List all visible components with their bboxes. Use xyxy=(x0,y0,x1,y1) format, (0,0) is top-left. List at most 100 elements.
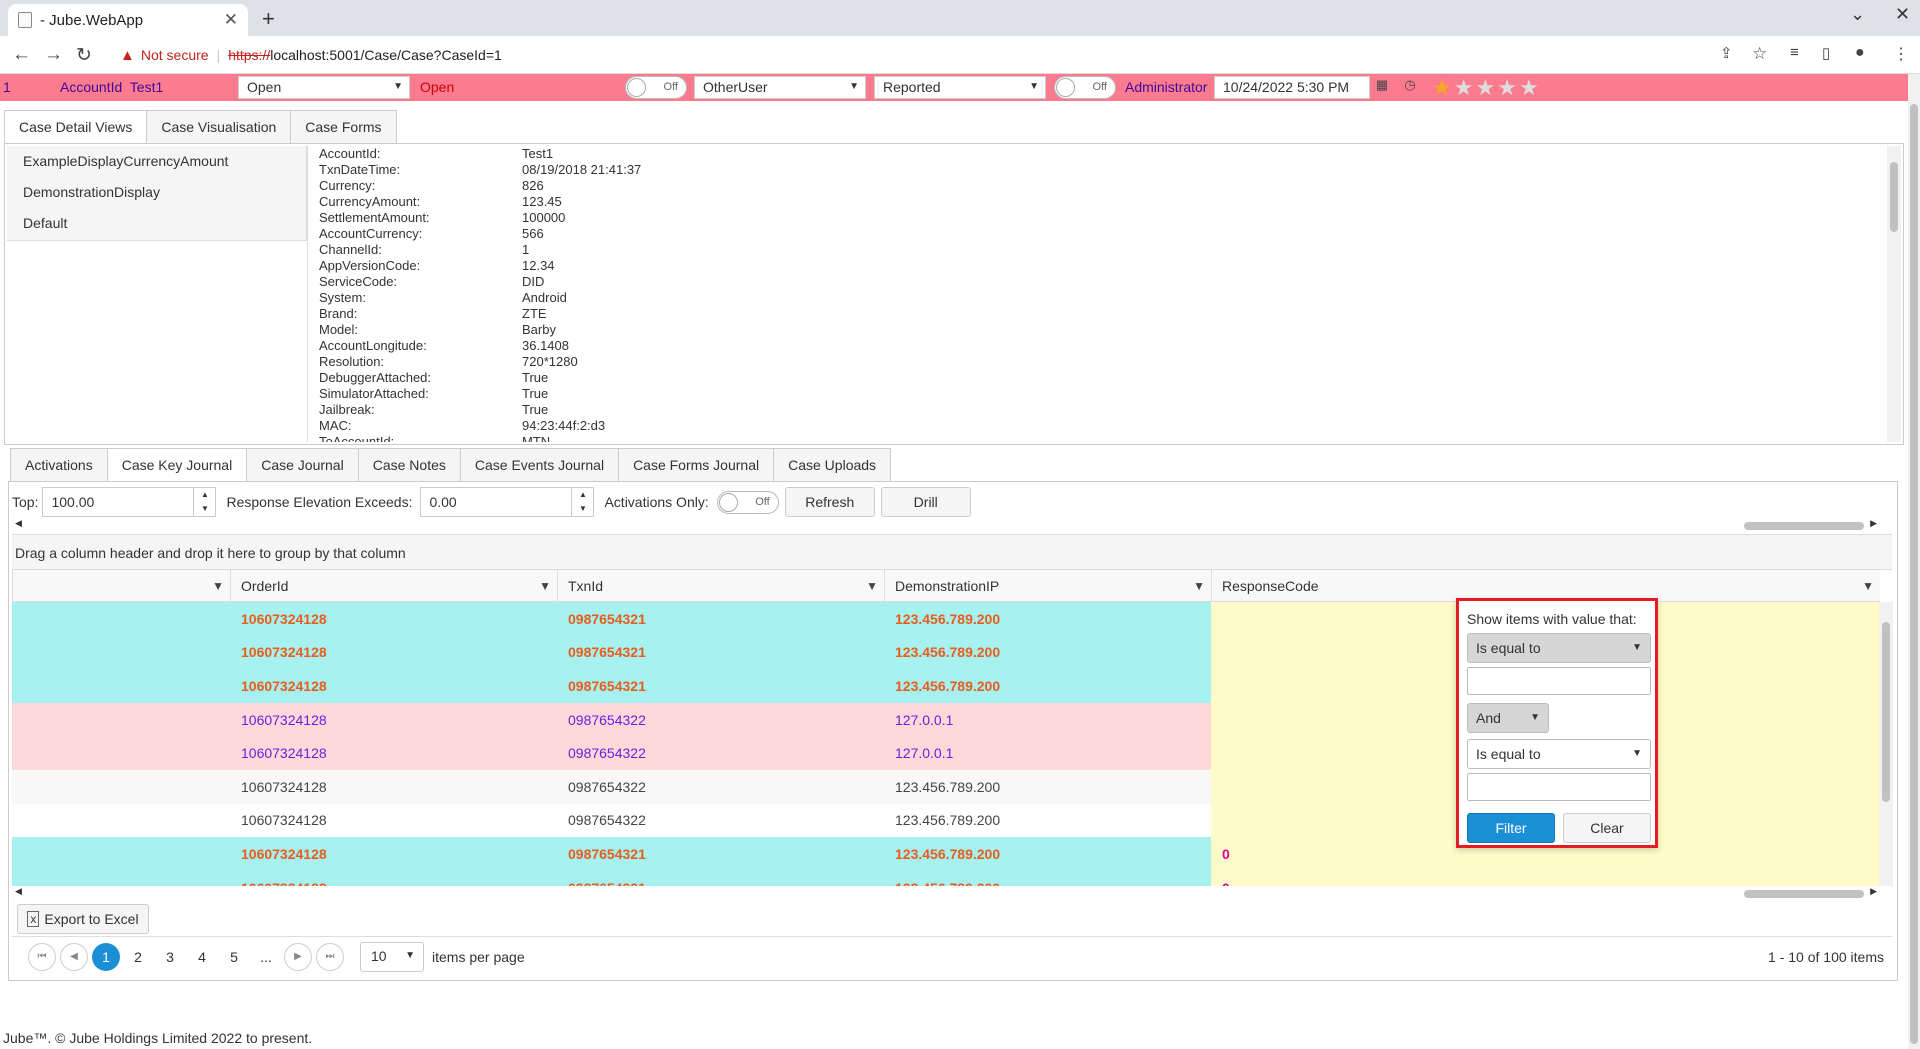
table-row[interactable]: 106073241280987654321123.456.789.2000 xyxy=(12,870,1880,886)
filter-operator-1[interactable]: Is equal to ▼ xyxy=(1467,633,1651,663)
detail-value: 08/19/2018 21:41:37 xyxy=(522,162,642,177)
tab-case-key-journal[interactable]: Case Key Journal xyxy=(106,448,248,482)
chevron-down-icon: ▼ xyxy=(1632,748,1642,759)
page-number[interactable]: 3 xyxy=(156,943,184,971)
table-cell: 0987654321 xyxy=(568,610,646,627)
grid-vertical-scrollbar[interactable] xyxy=(1879,602,1893,886)
page-number[interactable]: ... xyxy=(252,943,280,971)
filter-icon[interactable]: ▼ xyxy=(1193,570,1205,602)
filter-value-1-input[interactable] xyxy=(1467,667,1651,695)
tab-case-uploads[interactable]: Case Uploads xyxy=(773,448,892,482)
spinner-icon[interactable]: ▲ ▼ xyxy=(193,488,215,516)
next-page-icon[interactable]: ▶ xyxy=(284,942,312,971)
window-close-icon[interactable]: ✕ xyxy=(1895,4,1910,25)
page-size-select[interactable]: 10 ▼ xyxy=(360,941,424,972)
clear-button[interactable]: Clear xyxy=(1563,813,1651,843)
prev-page-icon[interactable]: ◀ xyxy=(60,942,88,971)
filter-value-2-input[interactable] xyxy=(1467,773,1651,801)
browser-tab[interactable]: - Jube.WebApp ✕ xyxy=(8,4,248,36)
view-item[interactable]: DemonstrationDisplay xyxy=(7,177,306,208)
rating-star-icon[interactable]: ★ xyxy=(1454,75,1476,100)
table-cell: 123.456.789.200 xyxy=(884,871,1211,886)
calendar-icon[interactable]: ▦ xyxy=(1372,77,1392,97)
scroll-thumb[interactable] xyxy=(1882,622,1890,802)
detail-value: DID xyxy=(522,274,545,289)
splitter[interactable] xyxy=(307,146,308,442)
page-number[interactable]: 4 xyxy=(188,943,216,971)
top-input[interactable]: 100.00 ▲ ▼ xyxy=(42,487,217,517)
export-excel-button[interactable]: x Export to Excel xyxy=(17,904,149,934)
elevation-input[interactable]: 0.00 ▲ ▼ xyxy=(420,487,595,517)
diary-toggle[interactable]: Off xyxy=(1054,76,1116,99)
share-icon[interactable]: ⇪ xyxy=(1720,44,1733,62)
bookmark-star-icon[interactable]: ☆ xyxy=(1752,44,1767,64)
page-number[interactable]: 5 xyxy=(220,943,248,971)
tab-case-journal[interactable]: Case Journal xyxy=(246,448,359,482)
page-number[interactable]: 1 xyxy=(92,942,120,971)
forward-icon[interactable]: → xyxy=(44,44,63,66)
rating-star-icon[interactable]: ★ xyxy=(1475,75,1497,100)
drill-button[interactable]: Drill xyxy=(880,487,971,517)
close-tab-icon[interactable]: ✕ xyxy=(224,10,238,30)
menu-dots-icon[interactable]: ⋮ xyxy=(1893,44,1909,64)
filter-icon[interactable]: ▼ xyxy=(1862,570,1874,602)
filter-button[interactable]: Filter xyxy=(1467,813,1555,843)
lock-toggle[interactable]: Off xyxy=(625,76,687,99)
column-header[interactable]: OrderId ▼ xyxy=(230,570,557,602)
tab-case-forms[interactable]: Case Forms xyxy=(290,110,397,144)
profile-icon[interactable]: ● xyxy=(1855,44,1865,62)
scroll-left-icon[interactable]: ◀ xyxy=(15,518,22,529)
back-icon[interactable]: ← xyxy=(12,44,31,66)
chevron-down-icon[interactable]: ⌄ xyxy=(1850,4,1865,25)
top-horizontal-scrollbar[interactable]: ◀ ▶ xyxy=(12,518,1880,532)
diary-datetime-input[interactable]: 10/24/2022 5:30 PM xyxy=(1214,76,1370,99)
filter-operator-2[interactable]: Is equal to ▼ xyxy=(1467,739,1651,769)
scroll-thumb[interactable] xyxy=(1910,104,1918,1044)
state-select[interactable]: Reported ▼ xyxy=(874,76,1046,99)
spinner-icon[interactable]: ▲ ▼ xyxy=(571,488,593,516)
tab-activations[interactable]: Activations xyxy=(10,448,108,482)
view-item[interactable]: Default xyxy=(7,208,306,239)
scroll-right-icon[interactable]: ▶ xyxy=(1870,518,1877,529)
first-page-icon[interactable]: ⏮ xyxy=(28,942,56,971)
page-number[interactable]: 2 xyxy=(124,943,152,971)
url-field[interactable]: ▲ Not secure | https:// localhost:5001/C… xyxy=(112,40,1712,70)
group-by-area[interactable]: Drag a column header and drop it here to… xyxy=(12,534,1892,570)
case-status-value: Open xyxy=(247,79,282,95)
tab-case-visualisation[interactable]: Case Visualisation xyxy=(146,110,292,144)
detail-scrollbar[interactable] xyxy=(1887,146,1901,442)
scroll-thumb[interactable] xyxy=(1890,162,1898,232)
tab-case-detail-views[interactable]: Case Detail Views xyxy=(4,110,148,144)
rating-star-icon[interactable]: ★ xyxy=(1497,75,1519,100)
case-status-select[interactable]: Open ▼ xyxy=(238,76,410,99)
clock-icon[interactable]: ◷ xyxy=(1400,77,1420,97)
page-scrollbar[interactable] xyxy=(1908,74,1920,1049)
scroll-left-icon[interactable]: ◀ xyxy=(15,886,22,897)
grid-horizontal-scrollbar[interactable]: ◀ ▶ xyxy=(12,886,1880,900)
new-tab-icon[interactable]: + xyxy=(262,6,275,32)
rating-stars[interactable]: ★★★★★ xyxy=(1432,75,1541,101)
column-header[interactable]: TxnId ▼ xyxy=(557,570,884,602)
activations-only-toggle[interactable]: Off xyxy=(716,490,779,514)
reload-icon[interactable]: ↻ xyxy=(76,44,92,67)
side-panel-icon[interactable]: ▯ xyxy=(1822,44,1830,62)
filter-logic-select[interactable]: And ▼ xyxy=(1467,703,1549,733)
column-header[interactable]: DemonstrationIP ▼ xyxy=(884,570,1211,602)
tab-case-notes[interactable]: Case Notes xyxy=(357,448,461,482)
scroll-right-icon[interactable]: ▶ xyxy=(1870,886,1877,897)
user-select[interactable]: OtherUser ▼ xyxy=(694,76,866,99)
rating-star-icon[interactable]: ★ xyxy=(1432,75,1454,100)
last-page-icon[interactable]: ⏭ xyxy=(316,942,344,971)
reading-list-icon[interactable]: ≡ xyxy=(1790,44,1799,61)
scroll-thumb[interactable] xyxy=(1744,522,1864,530)
view-item[interactable]: ExampleDisplayCurrencyAmount xyxy=(7,146,306,177)
rating-star-icon[interactable]: ★ xyxy=(1519,75,1541,100)
column-header[interactable]: ▼ xyxy=(12,570,230,602)
filter-icon[interactable]: ▼ xyxy=(539,570,551,602)
tab-case-events-journal[interactable]: Case Events Journal xyxy=(459,448,620,482)
scroll-thumb[interactable] xyxy=(1744,890,1864,898)
tab-case-forms-journal[interactable]: Case Forms Journal xyxy=(618,448,775,482)
filter-icon[interactable]: ▼ xyxy=(866,570,878,602)
refresh-button[interactable]: Refresh xyxy=(784,487,875,517)
filter-icon[interactable]: ▼ xyxy=(212,570,224,602)
